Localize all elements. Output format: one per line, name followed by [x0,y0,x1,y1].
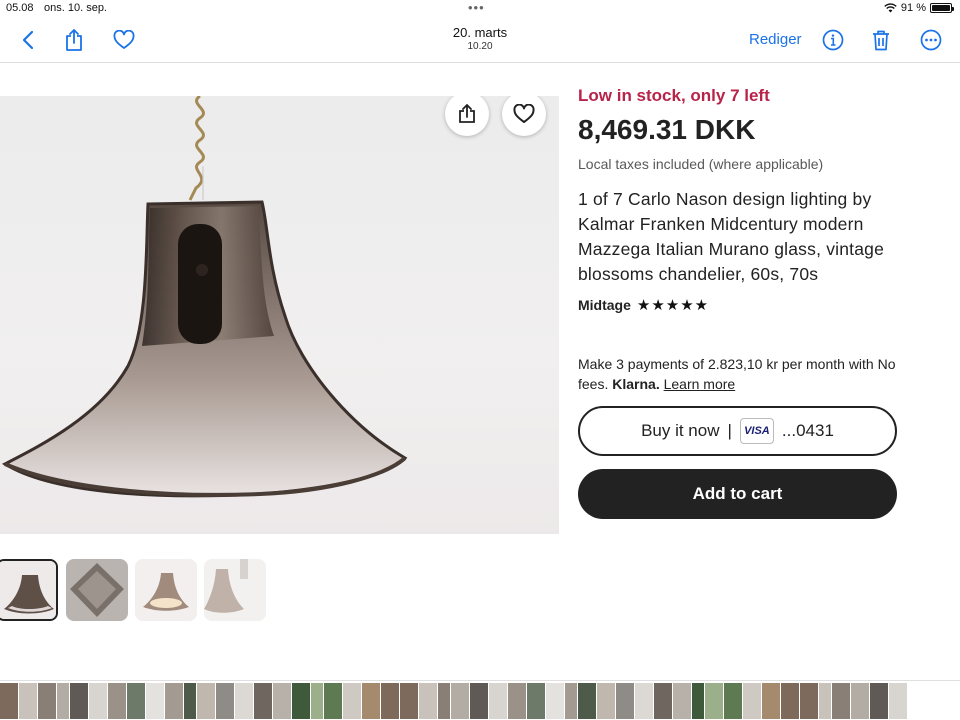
filmstrip-thumbnail[interactable] [832,683,850,719]
card-last-four: ...0431 [781,421,834,440]
lamp-image [1,96,408,498]
filmstrip-thumbnail[interactable] [565,683,577,719]
multitasking-dots-icon[interactable]: ••• [468,0,485,15]
filmstrip-thumbnail[interactable] [762,683,780,719]
filmstrip-thumbnail[interactable] [692,683,704,719]
filmstrip-thumbnail[interactable] [362,683,380,719]
visa-card-icon: VISA [739,418,774,444]
filmstrip-thumbnail[interactable] [597,683,615,719]
filmstrip-thumbnail[interactable] [616,683,634,719]
filmstrip-thumbnail[interactable] [127,683,145,719]
filmstrip-thumbnail[interactable] [235,683,253,719]
price: 8,469.31 DKK [578,114,756,145]
klarna-logo: Klarna. [612,376,660,392]
filmstrip-thumbnail[interactable] [70,683,88,719]
thumbnail-3[interactable] [135,559,197,621]
filmstrip-thumbnail[interactable] [635,683,653,719]
filmstrip-thumbnail[interactable] [0,683,18,719]
photo-date: 20. marts [452,25,508,40]
klarna-installments: Make 3 payments of 2.823,10 kr per month… [578,354,908,394]
filmstrip-thumbnail[interactable] [451,683,469,719]
filmstrip-thumbnail[interactable] [108,683,126,719]
battery-percent: 91 % [900,2,926,14]
buy-it-now-button[interactable]: Buy it now | VISA ...0431 [578,406,897,456]
filmstrip-thumbnail[interactable] [546,683,564,719]
heart-icon [513,104,535,123]
filmstrip-thumbnail[interactable] [343,683,361,719]
filmstrip-thumbnail[interactable] [216,683,234,719]
filmstrip-thumbnail[interactable] [19,683,37,719]
thumbnail-lamp-side-image [66,559,128,621]
filmstrip-thumbnail[interactable] [654,683,672,719]
filmstrip-thumbnail[interactable] [489,683,507,719]
filmstrip-thumbnail[interactable] [311,683,323,719]
filmstrip-thumbnail[interactable] [292,683,310,719]
buy-now-separator: | [727,421,732,440]
photo-filmstrip[interactable] [0,680,960,720]
filmstrip-thumbnail[interactable] [527,683,545,719]
filmstrip-thumbnail[interactable] [889,683,907,719]
share-icon [459,104,475,123]
filmstrip-thumbnail[interactable] [743,683,761,719]
photo-date-title: 20. marts 10.20 [380,25,580,52]
product-main-image[interactable] [0,96,559,534]
filmstrip-thumbnail[interactable] [673,683,691,719]
thumbnail-4[interactable] [204,559,266,621]
filmstrip-thumbnail[interactable] [89,683,107,719]
more-options-icon[interactable] [918,27,944,53]
thumbnail-lamp-detail-image [204,559,266,621]
filmstrip-thumbnail[interactable] [146,683,164,719]
thumbnail-lamp-lit-image [135,559,197,621]
shop-rating[interactable]: Midtage ★★★★★ [578,296,709,314]
photo-time: 10.20 [467,41,493,52]
filmstrip-thumbnail[interactable] [870,683,888,719]
trash-icon[interactable] [868,27,894,53]
photo-toolbar: 20. marts 10.20 Rediger [0,18,960,63]
status-bar: 05.08 ons. 10. sep. ••• 91 % [0,0,960,18]
wifi-icon [884,3,897,13]
status-indicators: 91 % [884,2,954,14]
filmstrip-thumbnail[interactable] [38,683,56,719]
filmstrip-thumbnail[interactable] [470,683,488,719]
status-date: ons. 10. sep. [44,2,107,14]
filmstrip-thumbnail[interactable] [400,683,418,719]
filmstrip-thumbnail[interactable] [197,683,215,719]
filmstrip-thumbnail[interactable] [324,683,342,719]
thumbnail-lamp-image [0,561,56,619]
filmstrip-thumbnail[interactable] [508,683,526,719]
add-to-cart-button[interactable]: Add to cart [578,469,897,519]
filmstrip-thumbnail[interactable] [800,683,818,719]
filmstrip-thumbnail[interactable] [254,683,272,719]
filmstrip-thumbnail[interactable] [57,683,69,719]
learn-more-link[interactable]: Learn more [664,376,736,392]
status-time: 05.08 [6,2,34,14]
back-chevron-icon[interactable] [15,27,41,53]
shop-name[interactable]: Midtage [578,297,631,313]
filmstrip-thumbnail[interactable] [724,683,742,719]
filmstrip-thumbnail[interactable] [705,683,723,719]
battery-icon [930,3,954,13]
filmstrip-thumbnail[interactable] [381,683,399,719]
filmstrip-thumbnail[interactable] [819,683,831,719]
star-rating-icon: ★★★★★ [636,297,710,314]
product-title: 1 of 7 Carlo Nason design lighting by Ka… [578,189,885,284]
stock-notice: Low in stock, only 7 left [578,86,770,105]
filmstrip-thumbnail[interactable] [781,683,799,719]
filmstrip-thumbnail[interactable] [438,683,450,719]
filmstrip-thumbnail[interactable] [578,683,596,719]
share-icon[interactable] [61,27,87,53]
filmstrip-thumbnail[interactable] [165,683,183,719]
thumbnail-1[interactable] [0,559,58,621]
thumbnail-2[interactable] [66,559,128,621]
filmstrip-thumbnail[interactable] [851,683,869,719]
favorite-heart-icon[interactable] [111,27,137,53]
filmstrip-thumbnail[interactable] [184,683,196,719]
filmstrip-thumbnail[interactable] [419,683,437,719]
edit-button[interactable]: Rediger [749,31,802,48]
tax-note: Local taxes included (where applicable) [578,156,824,172]
battery-level [932,5,951,11]
filmstrip-thumbnail[interactable] [273,683,291,719]
buy-now-label: Buy it now [641,421,720,440]
info-icon[interactable] [820,27,846,53]
